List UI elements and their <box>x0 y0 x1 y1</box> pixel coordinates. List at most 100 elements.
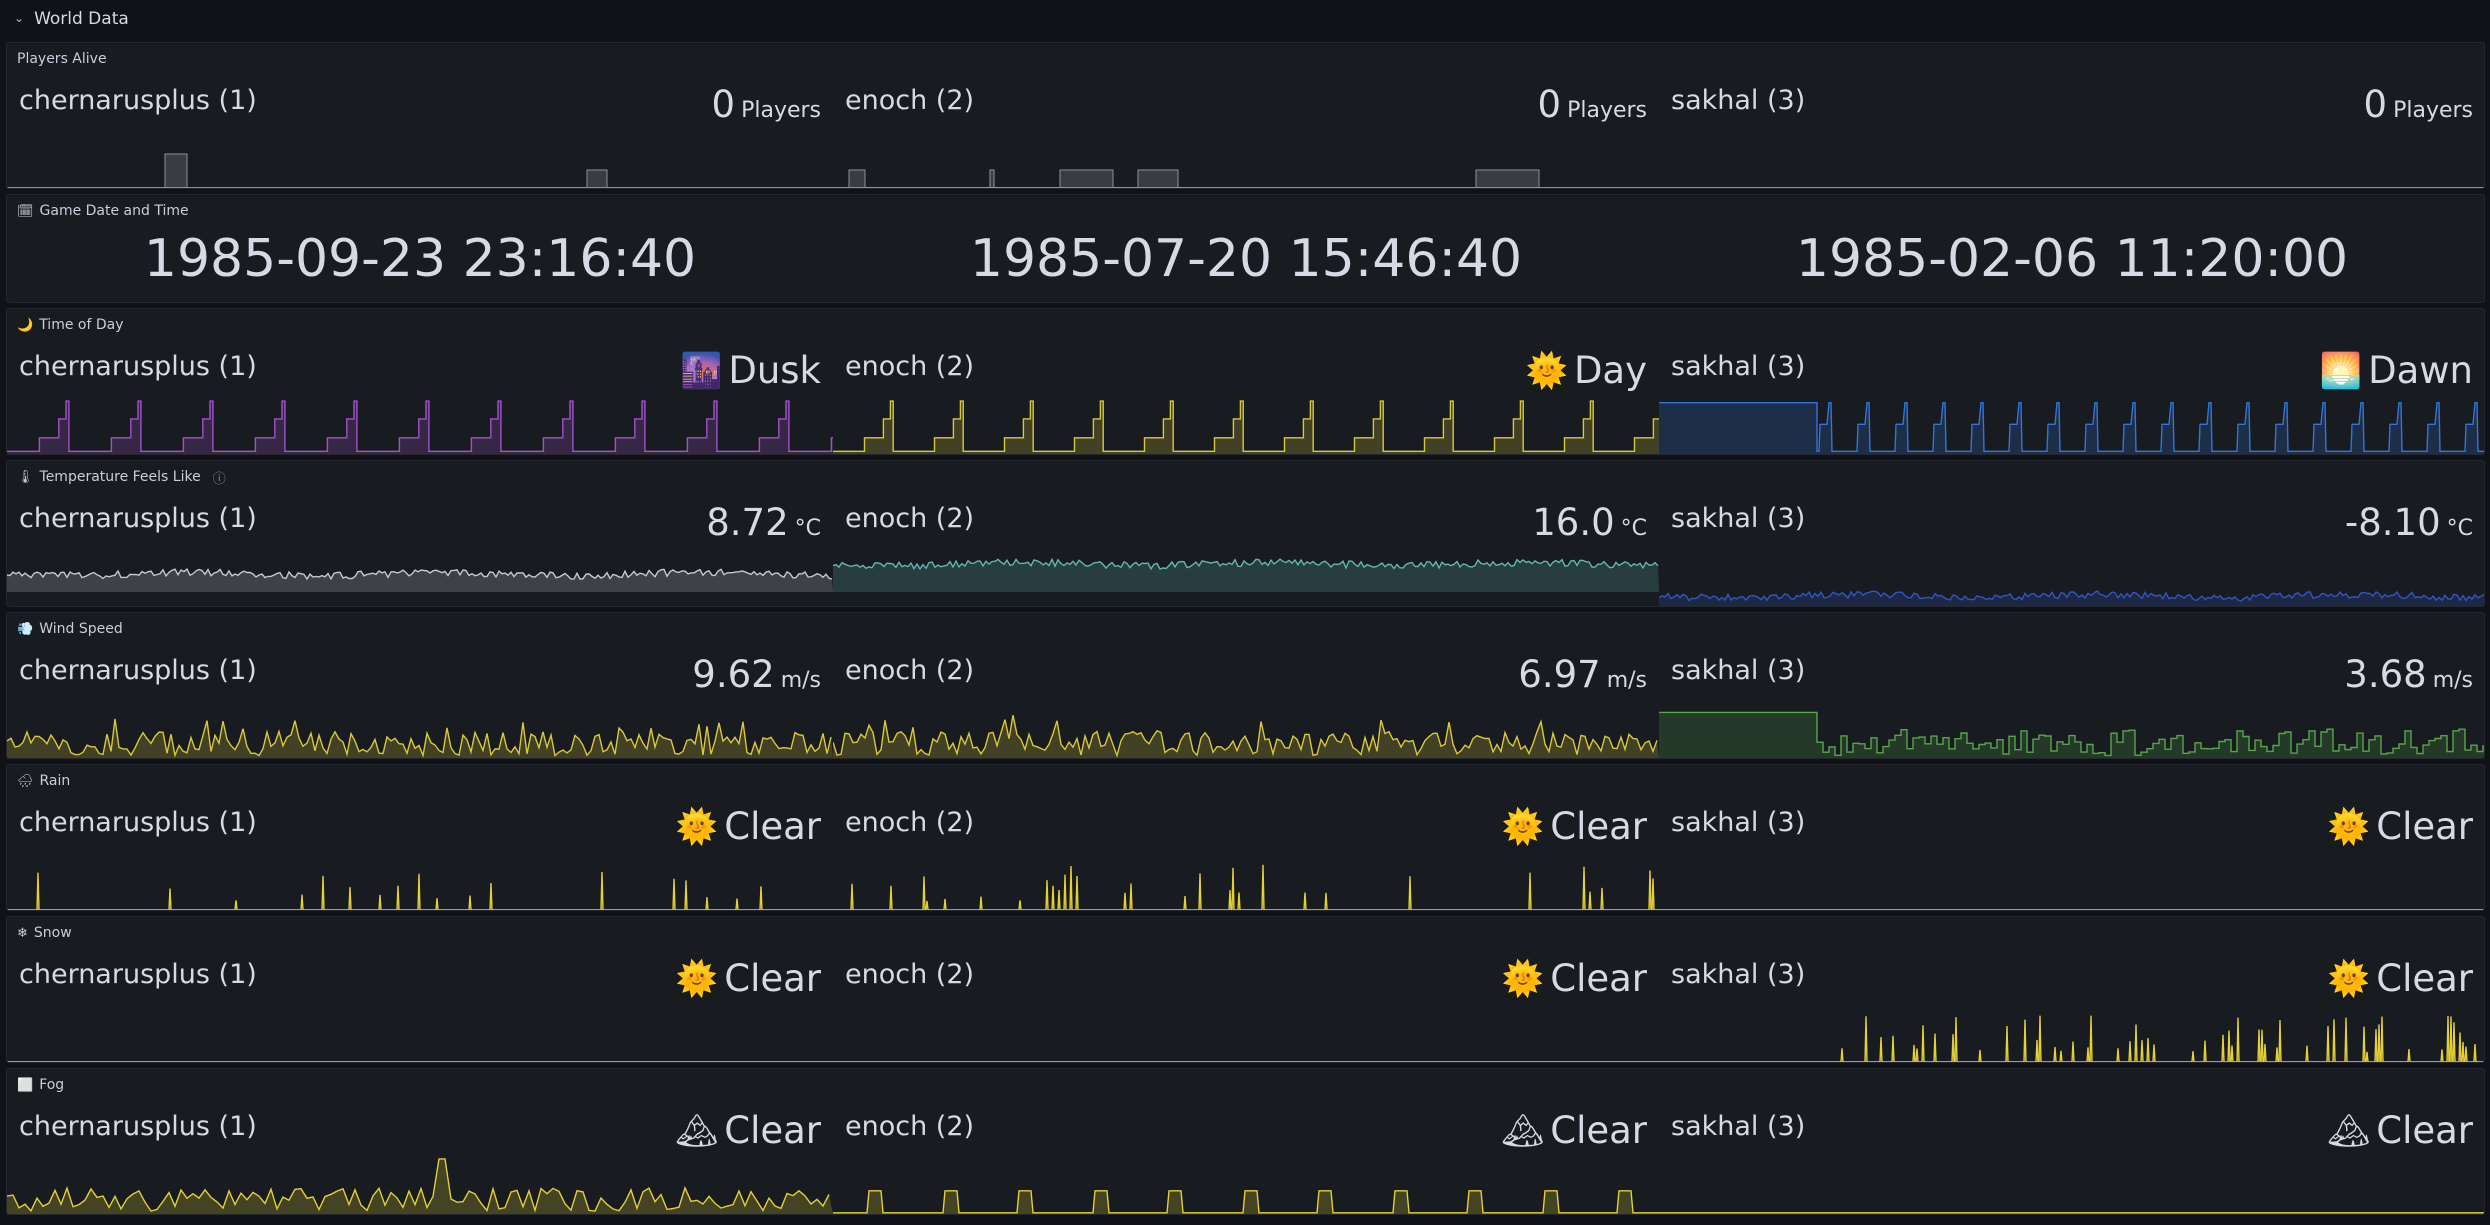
fog-cell: enoch (2) 🏔 Clear <box>833 1069 1659 1214</box>
sparkline <box>7 400 833 454</box>
stat-number: Clear <box>1550 1109 1647 1152</box>
stat-value: 🌆 Dusk <box>680 349 821 392</box>
sparkline <box>7 153 833 188</box>
panel-wind[interactable]: 💨 Wind Speed chernarusplus (1) 9.62 m/s enoch… <box>6 612 2485 759</box>
world-name: sakhal (3) <box>1671 1111 1806 1142</box>
game-datetime-value: 1985-07-20 15:46:40 <box>969 229 1523 289</box>
sparkline-area <box>833 864 1659 910</box>
wind-cell: enoch (2) 6.97 m/s <box>833 613 1659 758</box>
rain-cell: enoch (2) 🌞 Clear <box>833 765 1659 910</box>
sparkline-area <box>7 1158 833 1214</box>
sparkline-area <box>7 569 833 592</box>
stat-value: 🌅 Dawn <box>2320 349 2473 392</box>
stat-number: Day <box>1573 349 1647 392</box>
panel-rain[interactable]: 🌧 Rain chernarusplus (1) 🌞 Clear enoch (2) 🌞 Cl… <box>6 764 2485 911</box>
stat-value: 🏔 Clear <box>1501 1109 1647 1152</box>
weather-emoji-icon: 🌞 <box>1501 958 1545 999</box>
chevron-down-icon[interactable]: ⌄ <box>14 11 24 25</box>
world-name: enoch (2) <box>845 1111 975 1142</box>
stat-number: 9.62 <box>692 653 775 696</box>
weather-emoji-icon: 🌞 <box>1501 806 1545 847</box>
sparkline <box>1659 909 2484 910</box>
stat-value: -8.10 °C <box>2345 501 2473 544</box>
world-name: enoch (2) <box>845 959 975 990</box>
sparkline <box>7 1158 833 1214</box>
panel-snow[interactable]: ❄ Snow chernarusplus (1) 🌞 Clear enoch (2) 🌞 Cl… <box>6 916 2485 1063</box>
temperature-cell: sakhal (3) -8.10 °C <box>1659 461 2484 606</box>
sparkline <box>1659 402 2484 454</box>
world-name: chernarusplus (1) <box>19 1111 257 1142</box>
players-bar <box>989 169 995 188</box>
game-datetime-value: 1985-02-06 11:20:00 <box>1795 229 2349 289</box>
stat-number: 3.68 <box>2344 653 2427 696</box>
players-bar <box>848 169 866 188</box>
weather-emoji-icon: 🏔 <box>2327 1110 2371 1151</box>
sparkline <box>833 864 1659 910</box>
stat-value: 🌞 Clear <box>2328 805 2473 848</box>
players-bar <box>164 153 188 188</box>
players-bar <box>1059 169 1114 188</box>
stat-number: Clear <box>724 1109 821 1152</box>
stat-value: 9.62 m/s <box>692 653 821 696</box>
weather-emoji-icon: 🌞 <box>675 958 719 999</box>
sparkline <box>1659 711 2484 758</box>
panel-fog[interactable]: ⬜ Fog chernarusplus (1) 🏔 Clear enoch (2) 🏔 Cle… <box>6 1068 2485 1215</box>
stat-unit: Players <box>741 98 821 123</box>
weather-emoji-icon: 🏔 <box>1501 1110 1545 1151</box>
sparkline <box>1659 1015 2484 1062</box>
stat-number: Dawn <box>2368 349 2473 392</box>
stat-number: Clear <box>1550 957 1647 1000</box>
stat-number: Clear <box>2376 957 2473 1000</box>
players-bar <box>1475 169 1540 188</box>
row-header-world-data[interactable]: ⌄ World Data <box>0 0 2490 38</box>
stat-number: 0 <box>1537 83 1562 126</box>
sparkline-line <box>7 871 833 910</box>
weather-emoji-icon: 🌆 <box>680 350 723 391</box>
players-cell: enoch (2) 0 Players <box>833 43 1659 188</box>
fog-cell: chernarusplus (1) 🏔 Clear <box>7 1069 833 1214</box>
wind-cell: chernarusplus (1) 9.62 m/s <box>7 613 833 758</box>
panel-timeofday[interactable]: 🌙 Time of Day chernarusplus (1) 🌆 Dusk enoch … <box>6 308 2485 455</box>
stat-unit: °C <box>2446 516 2473 541</box>
weather-emoji-icon: 🌞 <box>2327 806 2371 847</box>
sparkline <box>1659 589 2484 606</box>
stat-number: 8.72 <box>706 501 789 544</box>
world-name: sakhal (3) <box>1671 959 1806 990</box>
stat-value: 🌞 Clear <box>1502 805 1647 848</box>
stat-unit: °C <box>1620 516 1647 541</box>
datetime-cell: 1985-09-23 23:16:40 <box>7 195 833 302</box>
sparkline-area <box>1659 402 2484 454</box>
snow-cell: sakhal (3) 🌞 Clear <box>1659 917 2484 1062</box>
weather-emoji-icon: 🌞 <box>675 806 719 847</box>
panel-datetime[interactable]: 🗓 Game Date and Time 1985-09-23 23:16:40 19… <box>6 194 2485 303</box>
sparkline <box>1659 187 2484 188</box>
temperature-cell: chernarusplus (1) 8.72 °C <box>7 461 833 606</box>
players-cell: chernarusplus (1) 0 Players <box>7 43 833 188</box>
stat-number: 16.0 <box>1532 501 1615 544</box>
snow-cell: enoch (2) 🌞 Clear <box>833 917 1659 1062</box>
fog-cell: sakhal (3) 🏔 Clear <box>1659 1069 2484 1214</box>
panel-temperature[interactable]: 🌡 Temperature Feels Like ⓘ chernarusplus (1… <box>6 460 2485 607</box>
world-name: enoch (2) <box>845 85 975 116</box>
players-bar <box>1137 169 1179 188</box>
stat-unit: Players <box>2393 98 2473 123</box>
stat-number: Clear <box>724 957 821 1000</box>
stat-number: 0 <box>2363 83 2388 126</box>
stat-value: 🌞 Clear <box>1502 957 1647 1000</box>
panel-players[interactable]: Players Alive chernarusplus (1) 0 Players en… <box>6 42 2485 189</box>
snow-cell: chernarusplus (1) 🌞 Clear <box>7 917 833 1062</box>
sparkline <box>833 400 1659 454</box>
stat-value: 🌞 Clear <box>676 805 821 848</box>
weather-emoji-icon: 🌞 <box>1525 350 1568 391</box>
stat-value: 🏔 Clear <box>675 1109 821 1152</box>
world-name: chernarusplus (1) <box>19 85 257 116</box>
world-name: enoch (2) <box>845 807 975 838</box>
world-name: sakhal (3) <box>1671 85 1806 116</box>
stat-number: 0 <box>711 83 736 126</box>
world-name: sakhal (3) <box>1671 503 1806 534</box>
stat-unit: m/s <box>780 668 821 693</box>
temperature-cell: enoch (2) 16.0 °C <box>833 461 1659 606</box>
stat-value: 0 Players <box>2364 83 2473 126</box>
row-title: World Data <box>34 9 129 29</box>
players-bar <box>586 169 608 188</box>
